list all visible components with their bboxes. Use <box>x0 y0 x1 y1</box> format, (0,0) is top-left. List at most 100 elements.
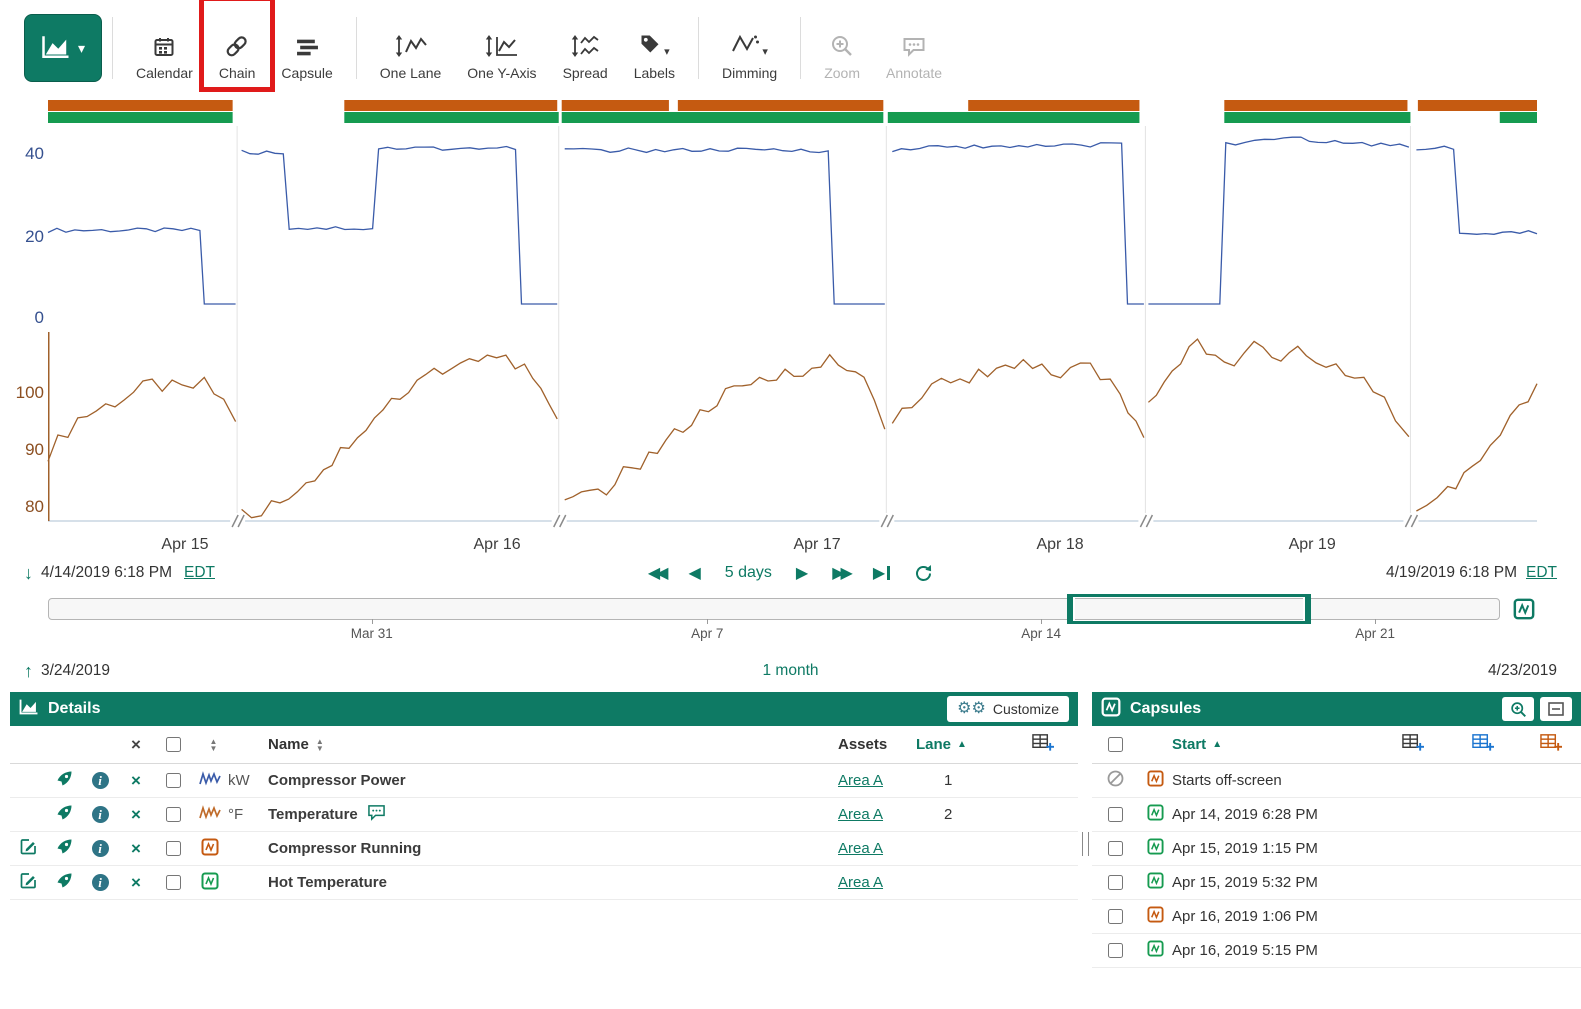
send-to-icon[interactable] <box>56 838 73 859</box>
power-axis-label: 40 <box>6 144 44 164</box>
range-step-controls: ◀◀ ◀ 5 days ▶ ▶▶ ▶ <box>648 563 933 583</box>
remove-all-icon[interactable]: × <box>131 736 141 753</box>
item-name[interactable]: Compressor Running <box>268 840 421 857</box>
item-name[interactable]: Compressor Power <box>268 772 406 789</box>
edit-icon[interactable] <box>20 838 37 859</box>
sort-icon[interactable]: ▲▼ <box>210 738 218 752</box>
timezone-link[interactable]: EDT <box>1526 564 1557 582</box>
display-range-start[interactable]: 4/14/2019 6:18 PM <box>41 564 172 582</box>
comment-icon[interactable] <box>367 804 386 825</box>
row-checkbox[interactable] <box>166 875 181 890</box>
capsules-panel-header: Capsules <box>1092 692 1581 726</box>
column-assets[interactable]: Assets <box>838 736 887 753</box>
row-checkbox[interactable] <box>166 807 181 822</box>
info-icon[interactable]: i <box>92 806 109 823</box>
toolbar-one-lane-button[interactable]: One Lane <box>367 9 455 87</box>
item-name[interactable]: Temperature <box>268 806 358 823</box>
send-to-icon[interactable] <box>56 872 73 893</box>
timeline-selection-window[interactable] <box>1067 594 1311 624</box>
toolbar-zoom-button[interactable]: Zoom <box>811 9 873 87</box>
add-column-icon[interactable] <box>1472 733 1494 756</box>
toolbar-calendar-label: Calendar <box>136 65 193 81</box>
capsule-timeline-icon[interactable] <box>1512 598 1536 625</box>
unit-label: °F <box>228 806 268 823</box>
toolbar-calendar-button[interactable]: Calendar <box>123 9 206 87</box>
info-icon[interactable]: i <box>92 772 109 789</box>
capsule-checkbox[interactable] <box>1108 875 1123 890</box>
x-axis-label: Apr 15 <box>150 536 220 554</box>
toolbar-capsule-button[interactable]: Capsule <box>268 9 345 87</box>
step-forward-icon[interactable]: ▶ <box>796 563 808 583</box>
trend-view-button[interactable]: ▾ <box>24 14 102 82</box>
toolbar-one-y-axis-button[interactable]: One Y-Axis <box>454 9 549 87</box>
display-range-end[interactable]: 4/19/2019 6:18 PM <box>1386 564 1517 582</box>
toolbar-capsule-label: Capsule <box>281 65 332 81</box>
toolbar-divider <box>112 17 113 79</box>
toolbar: ▾ Calendar Chain Capsule One Lane <box>0 0 1581 96</box>
investigate-timeline: Mar 31Apr 7Apr 14Apr 21 <box>0 590 1581 654</box>
toolbar-dimming-label: Dimming <box>722 65 777 81</box>
edit-icon[interactable] <box>20 872 37 893</box>
sort-icon[interactable]: ▲▼ <box>316 738 324 752</box>
add-column-icon[interactable] <box>1402 733 1424 756</box>
asset-link[interactable]: Area A <box>838 806 883 823</box>
customize-button[interactable]: ⚙⚙ Customize <box>947 696 1069 722</box>
table-row: i × °F Temperature Area A 2 <box>10 798 1078 832</box>
step-forward-half-icon[interactable]: ▶▶ <box>832 563 849 583</box>
column-lane[interactable]: Lane <box>916 736 951 753</box>
toolbar-chain-button[interactable]: Chain <box>206 9 269 87</box>
investigate-duration[interactable]: 1 month <box>762 662 818 680</box>
capsule-time-icon <box>296 32 319 58</box>
x-axis-label: Apr 18 <box>1025 536 1095 554</box>
send-to-icon[interactable] <box>56 804 73 825</box>
remove-icon[interactable]: × <box>131 806 141 823</box>
add-column-icon[interactable] <box>1540 733 1562 756</box>
step-to-end-icon[interactable]: ▶ <box>873 563 890 583</box>
signal-icon <box>199 805 221 825</box>
toolbar-labels-button[interactable]: ▾ Labels <box>621 9 688 87</box>
capsule-checkbox[interactable] <box>1108 943 1123 958</box>
column-start[interactable]: Start <box>1172 736 1206 753</box>
capsule-checkbox[interactable] <box>1108 807 1123 822</box>
step-back-half-icon[interactable]: ◀◀ <box>648 563 665 583</box>
range-start-arrow-icon: ↓ <box>24 563 33 584</box>
refresh-icon[interactable] <box>914 564 933 583</box>
item-name[interactable]: Hot Temperature <box>268 874 387 891</box>
send-to-icon[interactable] <box>56 770 73 791</box>
signal-icon <box>199 771 221 791</box>
info-icon[interactable]: i <box>92 874 109 891</box>
zoom-to-capsule-button[interactable] <box>1502 697 1534 721</box>
remove-icon[interactable]: × <box>131 874 141 891</box>
column-name[interactable]: Name <box>268 736 309 753</box>
capsule-start: Apr 15, 2019 1:15 PM <box>1172 840 1381 857</box>
select-all-capsules-checkbox[interactable] <box>1108 737 1123 752</box>
toolbar-annotate-button[interactable]: Annotate <box>873 9 955 87</box>
duration-button[interactable]: 5 days <box>725 564 772 582</box>
remove-icon[interactable]: × <box>131 772 141 789</box>
collapse-panel-button[interactable] <box>1540 697 1572 721</box>
panel-splitter[interactable] <box>1078 692 1092 1005</box>
timeline-tick <box>372 619 373 624</box>
capsule-checkbox[interactable] <box>1108 841 1123 856</box>
capsule-icon <box>1147 770 1164 791</box>
toolbar-spread-button[interactable]: Spread <box>550 9 621 87</box>
select-all-checkbox[interactable] <box>166 737 181 752</box>
capsule-checkbox[interactable] <box>1108 909 1123 924</box>
condition-icon <box>201 838 219 860</box>
remove-icon[interactable]: × <box>131 840 141 857</box>
chain-icon <box>224 32 250 58</box>
asset-link[interactable]: Area A <box>838 840 883 857</box>
trend-chart[interactable]: 402001009080 Apr 15Apr 16Apr 17Apr 18Apr… <box>0 96 1581 556</box>
investigate-range-end[interactable]: 4/23/2019 <box>1488 662 1557 679</box>
asset-link[interactable]: Area A <box>838 874 883 891</box>
info-icon[interactable]: i <box>92 840 109 857</box>
investigate-range-start[interactable]: 3/24/2019 <box>41 662 110 680</box>
row-checkbox[interactable] <box>166 773 181 788</box>
asset-link[interactable]: Area A <box>838 772 883 789</box>
step-back-icon[interactable]: ◀ <box>688 563 700 583</box>
row-checkbox[interactable] <box>166 841 181 856</box>
temp-axis-label: 80 <box>6 497 44 517</box>
add-column-icon[interactable] <box>1032 733 1054 756</box>
timezone-link[interactable]: EDT <box>184 564 215 582</box>
toolbar-dimming-button[interactable]: ▾ Dimming <box>709 9 790 87</box>
